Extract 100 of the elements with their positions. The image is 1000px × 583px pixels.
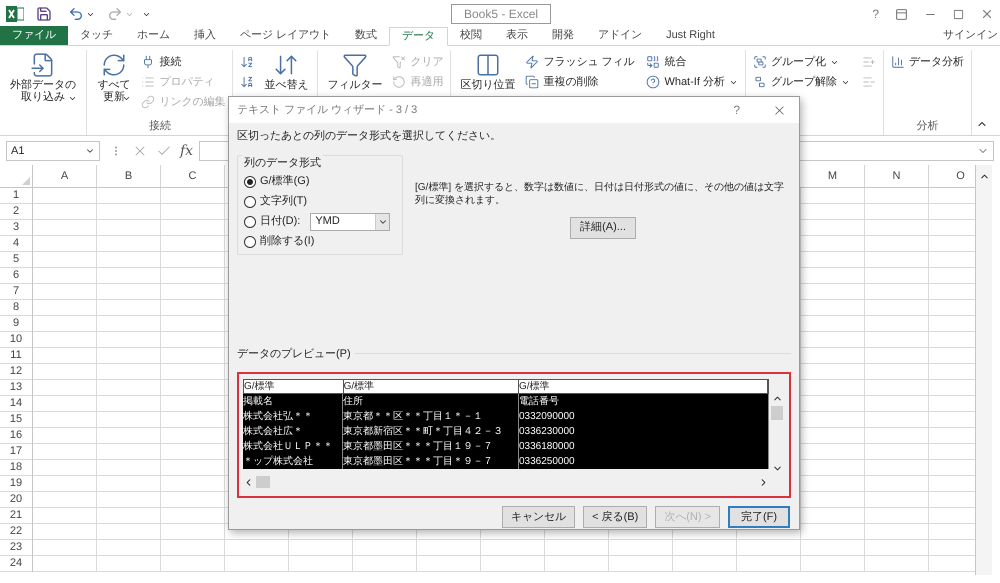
row-header[interactable]: 18 — [10, 459, 22, 476]
radio-button[interactable] — [244, 236, 256, 248]
column-header[interactable]: O — [956, 168, 965, 184]
ribbon-button[interactable]: 外部データの取り込み — [5, 50, 82, 118]
name-box[interactable]: A1 — [6, 141, 100, 161]
radio-button[interactable] — [244, 216, 256, 228]
row-header[interactable]: 12 — [10, 363, 22, 380]
preview-cell: 電話番号 — [519, 394, 769, 409]
row-header[interactable]: 14 — [10, 395, 22, 412]
column-header[interactable]: N — [892, 168, 900, 184]
row-header[interactable]: 4 — [12, 235, 20, 252]
spreadsheet-logo-icon[interactable] — [6, 6, 24, 22]
row-header[interactable]: 1 — [12, 187, 20, 204]
ribbon-button[interactable]: 重複の削除 — [523, 72, 636, 92]
row-header[interactable]: 24 — [10, 555, 22, 572]
maximize-icon[interactable] — [953, 8, 964, 20]
preview-cell: 0332090000 — [519, 409, 769, 424]
group-icon — [752, 55, 767, 69]
radio-button[interactable] — [244, 176, 256, 188]
advanced-button[interactable]: 詳細(A)... — [570, 216, 636, 238]
scrollbar-thumb[interactable] — [771, 406, 783, 420]
radio-button[interactable] — [244, 196, 256, 208]
preview-cell: 0336250000 — [519, 454, 769, 469]
row-header[interactable]: 2 — [12, 203, 20, 220]
ribbon-tab[interactable]: データ — [389, 27, 448, 46]
ribbon-display-icon[interactable] — [895, 8, 908, 20]
ribbon-tab[interactable]: タッチ — [68, 26, 125, 45]
ribbon-button[interactable]: 区切り位置 — [456, 50, 520, 118]
row-header[interactable]: 8 — [12, 299, 20, 316]
date-order-dropdown[interactable]: YMD — [310, 212, 390, 230]
row-header[interactable]: 23 — [10, 539, 22, 556]
scrollbar-thumb[interactable] — [256, 476, 270, 488]
row-header[interactable]: 19 — [10, 475, 22, 492]
help-button[interactable]: ? — [872, 5, 879, 23]
preview-cell: 東京都新宿区＊＊町＊丁目４２－３ — [343, 424, 519, 439]
dialog-button[interactable]: 完了(F) — [728, 506, 790, 528]
ribbon-button[interactable]: フラッシュ フィル — [523, 52, 636, 72]
undo-icon[interactable] — [68, 6, 84, 22]
preview-cell: 住所 — [343, 394, 519, 409]
sign-in-link[interactable]: サインイン — [943, 26, 998, 43]
row-header[interactable]: 16 — [10, 427, 22, 444]
insert-function-button[interactable]: fx — [180, 140, 194, 162]
close-icon[interactable] — [980, 7, 994, 21]
ribbon-tab[interactable]: 校閲 — [448, 26, 494, 45]
ribbon-button[interactable]: すべて更新 — [92, 50, 136, 118]
dialog-title: テキスト ファイル ウィザード - 3 / 3 — [237, 102, 418, 118]
row-header[interactable]: 20 — [10, 491, 22, 508]
radio-label: 文字列(T) — [260, 194, 308, 210]
row-header[interactable]: 15 — [10, 411, 22, 428]
sheet-scrollbar[interactable] — [975, 165, 992, 575]
ribbon-tab[interactable]: ホーム — [125, 26, 182, 45]
row-header[interactable]: 6 — [12, 267, 20, 284]
preview-label: データのプレビュー(P) — [237, 346, 351, 362]
row-header[interactable]: 22 — [10, 523, 22, 540]
columns-icon — [474, 52, 501, 78]
row-header[interactable]: 7 — [12, 283, 20, 300]
preview-cell: 東京都＊＊区＊＊丁目１＊－１ — [343, 409, 519, 424]
ribbon-tab[interactable]: Just Right — [654, 26, 727, 45]
chart-icon — [890, 55, 905, 69]
column-header[interactable]: A — [60, 168, 68, 184]
row-header[interactable]: 11 — [10, 347, 22, 364]
ribbon-tab[interactable]: ページ レイアウト — [228, 26, 344, 45]
radio-label: 日付(D): — [260, 214, 300, 230]
dialog-button[interactable]: < 戻る(B) — [583, 506, 648, 528]
preview-cell: ＊ップ株式会社 — [243, 454, 343, 469]
list-minus-icon — [862, 75, 876, 89]
refresh-icon — [100, 52, 127, 78]
ribbon-tab[interactable]: 数式 — [343, 26, 390, 45]
dialog-button[interactable]: キャンセル — [502, 506, 576, 528]
column-header[interactable]: M — [828, 168, 838, 184]
save-icon[interactable] — [36, 6, 52, 22]
ribbon-tab[interactable]: ファイル — [0, 26, 68, 45]
row-header[interactable]: 5 — [12, 251, 20, 268]
sort-ascending-icon — [240, 55, 254, 69]
ribbon-button[interactable]: データ分析 — [888, 52, 966, 72]
preview-cell: 掲載名 — [243, 394, 343, 409]
ribbon-button[interactable]: グループ化 — [750, 52, 852, 72]
ribbon-button[interactable]: What-If 分析 — [644, 72, 740, 92]
groupbox-title: 列のデータ形式 — [242, 154, 323, 171]
row-header[interactable]: 17 — [10, 443, 22, 460]
ribbon-tab[interactable]: 開発 — [540, 26, 586, 45]
row-header[interactable]: 10 — [10, 331, 22, 348]
column-header[interactable]: C — [188, 168, 196, 184]
ribbon-tab[interactable]: 表示 — [494, 26, 540, 45]
ribbon-tab[interactable]: 挿入 — [182, 26, 228, 45]
instruction-text: 区切ったあとの列のデータ形式を選択してください。 — [237, 129, 502, 144]
preview-column-header: G/標準 — [244, 380, 344, 393]
funnel-icon — [342, 52, 368, 78]
ribbon-tab[interactable]: アドイン — [586, 26, 654, 45]
row-header[interactable]: 3 — [12, 219, 20, 236]
row-header[interactable]: 21 — [10, 507, 22, 524]
description-text: [G/標準] を選択すると、数字は数値に、日付は日付形式の値に、その他の値は文字列に変換されます。 — [415, 180, 785, 206]
ribbon-button[interactable]: グループ解除 — [750, 72, 852, 92]
column-header[interactable]: B — [124, 168, 132, 184]
ribbon-button[interactable]: 接続 — [139, 52, 228, 72]
row-header[interactable]: 13 — [10, 379, 22, 396]
ribbon-button[interactable]: 統合 — [644, 52, 740, 72]
row-header[interactable]: 9 — [12, 315, 20, 332]
help-button[interactable]: ? — [733, 101, 740, 119]
reapply-icon — [392, 75, 406, 89]
